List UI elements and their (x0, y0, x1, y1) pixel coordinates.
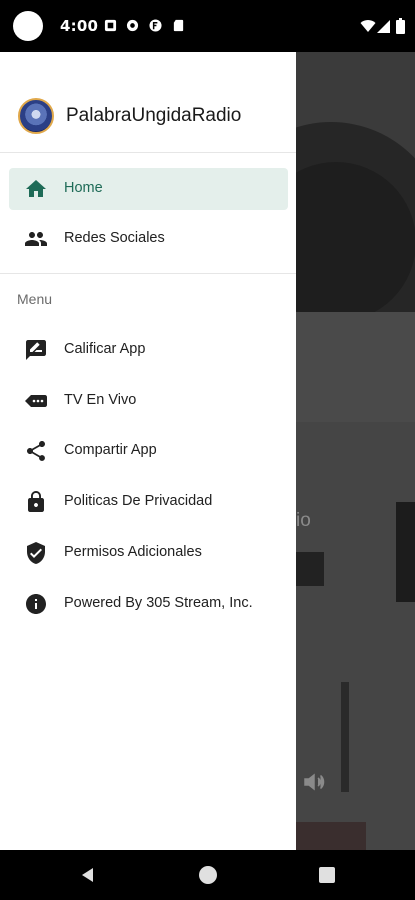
live-tv-icon (25, 395, 47, 407)
menu-item-politicas-de-privacidad[interactable]: Politicas De Privacidad (9, 481, 288, 523)
app-title: PalabraUngidaRadio (66, 105, 242, 126)
drawer-item-label: Calificar App (64, 341, 146, 357)
menu-item-powered-by[interactable]: Powered By 305 Stream, Inc. (9, 583, 288, 625)
home-icon (26, 180, 46, 197)
background-title-fragment: io (296, 510, 311, 531)
wifi-icon (360, 20, 376, 32)
system-navigation-bar (0, 850, 415, 900)
menu-section-title: Menu (17, 291, 53, 307)
sd-card-icon (173, 19, 184, 32)
share-icon (27, 441, 45, 461)
home-button[interactable] (199, 866, 217, 884)
settings-icon (126, 19, 139, 32)
drawer-divider (0, 273, 296, 274)
f-icon (149, 19, 162, 32)
drawer-item-label: Home (64, 180, 103, 196)
background-band (296, 312, 415, 422)
menu-item-permisos-adicionales[interactable]: Permisos Adicionales (9, 532, 288, 574)
menu-item-compartir-app[interactable]: Compartir App (9, 430, 288, 472)
background-content[interactable]: io (296, 52, 415, 850)
camera-cutout (13, 11, 43, 41)
navigation-drawer: PalabraUngidaRadio Home Redes Sociales M… (0, 52, 296, 850)
drawer-header: PalabraUngidaRadio (0, 52, 296, 153)
notification-icon (104, 19, 117, 32)
people-icon (25, 232, 47, 246)
status-time: 4:00 (60, 17, 99, 35)
verified-shield-icon (27, 542, 45, 564)
menu-item-tv-en-vivo[interactable]: TV En Vivo (9, 380, 288, 422)
mic-stand (341, 682, 349, 792)
rate-review-icon (26, 340, 46, 360)
background-shape (296, 552, 324, 586)
back-icon[interactable] (80, 867, 96, 883)
background-shape (396, 502, 415, 602)
drawer-item-label: Politicas De Privacidad (64, 493, 213, 509)
drawer-item-label: Powered By 305 Stream, Inc. (64, 595, 253, 611)
info-icon (26, 594, 46, 614)
volume-icon (304, 773, 325, 791)
lock-icon (28, 491, 44, 512)
drawer-item-label: Permisos Adicionales (64, 544, 202, 560)
status-bar: 4:00 (0, 0, 415, 52)
battery-icon (396, 18, 405, 34)
background-shape (296, 822, 366, 850)
drawer-item-label: Redes Sociales (64, 230, 165, 246)
app-logo (18, 98, 54, 134)
recents-button[interactable] (319, 867, 335, 883)
signal-icon (377, 20, 390, 33)
drawer-item-home[interactable]: Home (9, 168, 288, 210)
drawer-item-label: TV En Vivo (64, 392, 137, 408)
drawer-item-redes-sociales[interactable]: Redes Sociales (9, 218, 288, 260)
menu-item-calificar-app[interactable]: Calificar App (9, 329, 288, 371)
drawer-item-label: Compartir App (64, 442, 157, 458)
